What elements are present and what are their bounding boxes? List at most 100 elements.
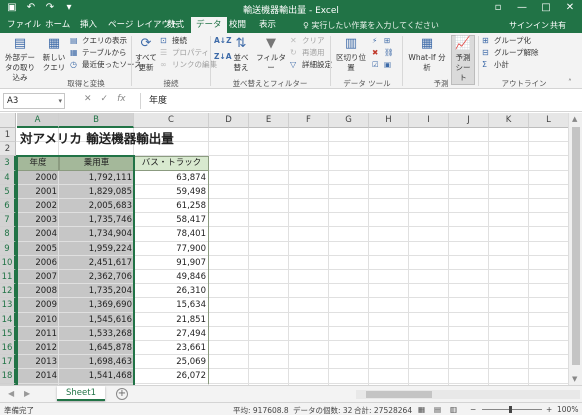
share-button[interactable]: 共有 — [550, 20, 566, 31]
table-cell[interactable]: 25,069 — [134, 355, 209, 370]
table-cell[interactable]: 1,735,746 — [59, 213, 134, 227]
table-header-cell[interactable]: 年度 — [17, 156, 59, 171]
zoom-in-icon[interactable]: + — [546, 405, 552, 414]
table-cell[interactable]: 1,698,463 — [59, 355, 134, 369]
table-cell[interactable]: 1,545,616 — [59, 313, 134, 327]
properties-button[interactable]: ☰ プロパティ — [160, 48, 209, 58]
page-break-view-icon[interactable]: ▥ — [450, 405, 457, 414]
table-cell[interactable]: 2000 — [17, 171, 59, 185]
data-model-icon[interactable]: ▣ — [384, 60, 391, 70]
scroll-up-icon[interactable]: ▲ — [572, 115, 577, 123]
table-cell[interactable]: 2014 — [17, 369, 59, 383]
table-cell[interactable]: 2005 — [17, 242, 59, 256]
tab-view[interactable]: 表示 — [254, 17, 281, 33]
column-header[interactable]: D — [209, 113, 249, 128]
chevron-down-icon[interactable]: ▾ — [58, 94, 62, 108]
row-header[interactable]: 1 — [0, 128, 16, 143]
text-to-columns-button[interactable]: ▥ 区切り位置 — [334, 36, 368, 73]
table-cell[interactable]: 2001 — [17, 185, 59, 199]
what-if-analysis-button[interactable]: ▦ What-If 分析 — [405, 36, 449, 73]
collapse-ribbon-icon[interactable]: ˄ — [568, 78, 572, 88]
ungroup-button[interactable]: ⊟ グループ解除 — [482, 48, 539, 58]
relationships-icon[interactable]: ⛓ — [384, 48, 394, 58]
tab-insert[interactable]: 挿入 — [75, 17, 102, 33]
sort-ascending-button[interactable]: A↓Z — [214, 36, 232, 46]
horizontal-scrollbar[interactable] — [356, 390, 580, 399]
clear-filter-button[interactable]: ✕ クリア — [290, 36, 325, 46]
row-header[interactable]: 8 — [0, 227, 16, 242]
table-cell[interactable]: 2002 — [17, 199, 59, 213]
column-header[interactable]: K — [489, 113, 529, 128]
row-header[interactable]: 5 — [0, 184, 16, 199]
table-cell[interactable]: 26,310 — [134, 284, 209, 299]
refresh-all-button[interactable]: ⟳ すべて更新 — [134, 36, 158, 73]
row-header[interactable]: 11 — [0, 270, 16, 285]
filter-button[interactable]: ▼ フィルター — [256, 36, 286, 73]
column-header[interactable]: H — [369, 113, 409, 128]
close-icon[interactable]: ✕ — [562, 1, 578, 15]
name-box[interactable]: A3 ▾ — [3, 93, 65, 109]
table-cell[interactable]: 2013 — [17, 355, 59, 369]
worksheet-grid[interactable]: ABCDEFGHIJKL1234567891011121314151617181… — [0, 113, 568, 385]
row-header[interactable]: 7 — [0, 213, 16, 228]
column-header[interactable]: E — [249, 113, 289, 128]
table-cell[interactable]: 1,369,690 — [59, 298, 134, 312]
remove-duplicates-icon[interactable]: ✖ — [372, 48, 378, 58]
table-cell[interactable]: 2010 — [17, 313, 59, 327]
flash-fill-icon[interactable]: ⚡ — [372, 36, 377, 46]
zoom-out-icon[interactable]: − — [470, 405, 476, 414]
table-cell[interactable]: 26,072 — [134, 369, 209, 384]
table-header-cell[interactable]: 乗用車 — [59, 156, 134, 171]
show-queries-button[interactable]: ▤ クエリの表示 — [70, 36, 127, 46]
table-cell[interactable]: 1,959,224 — [59, 242, 134, 256]
normal-view-icon[interactable]: ▦ — [418, 405, 425, 414]
table-cell[interactable]: 2011 — [17, 327, 59, 341]
connections-button[interactable]: ⊡ 接続 — [160, 36, 187, 46]
zoom-level[interactable]: 100% — [557, 405, 578, 414]
table-cell[interactable]: 27,494 — [134, 326, 209, 341]
table-cell[interactable]: 23,661 — [134, 341, 209, 356]
insert-function-icon[interactable]: fx — [117, 94, 126, 104]
table-cell[interactable]: 2004 — [17, 227, 59, 241]
tell-me-search[interactable]: ♀ 実行したい作業を入力してください — [303, 20, 439, 31]
table-cell[interactable]: 58,417 — [134, 213, 209, 228]
column-header[interactable]: I — [409, 113, 449, 128]
table-cell[interactable]: 1,541,468 — [59, 369, 134, 383]
row-header[interactable]: 9 — [0, 241, 16, 256]
zoom-slider[interactable] — [482, 409, 542, 410]
table-header-cell[interactable]: バス・トラック — [134, 156, 209, 171]
table-cell[interactable]: 2012 — [17, 341, 59, 355]
table-cell[interactable]: 2008 — [17, 284, 59, 298]
scroll-down-icon[interactable]: ▼ — [572, 375, 577, 383]
sign-in-link[interactable]: サインイン — [509, 20, 549, 31]
table-cell[interactable]: 1,533,268 — [59, 327, 134, 341]
column-header[interactable]: F — [289, 113, 329, 128]
cancel-icon[interactable]: ✕ — [84, 94, 92, 104]
row-header[interactable]: 15 — [0, 326, 16, 341]
table-cell[interactable]: 1,645,878 — [59, 341, 134, 355]
reapply-button[interactable]: ↻ 再適用 — [290, 48, 325, 58]
row-header[interactable]: 12 — [0, 284, 16, 299]
row-header[interactable]: 14 — [0, 312, 16, 327]
consolidate-icon[interactable]: ⊞ — [384, 36, 390, 46]
table-cell[interactable]: 2009 — [17, 298, 59, 312]
table-cell[interactable]: 1,792,111 — [59, 171, 134, 185]
table-cell[interactable]: 2,005,683 — [59, 199, 134, 213]
page-layout-view-icon[interactable]: ▤ — [434, 405, 441, 414]
table-cell[interactable]: 1,735,204 — [59, 284, 134, 298]
scrollbar-thumb[interactable] — [572, 127, 580, 365]
tab-review[interactable]: 校閲 — [224, 17, 251, 33]
ribbon-display-icon[interactable]: ▫ — [490, 1, 506, 15]
enter-icon[interactable]: ✓ — [101, 94, 109, 104]
table-cell[interactable]: 91,907 — [134, 255, 209, 270]
column-header[interactable]: G — [329, 113, 369, 128]
formula-input[interactable]: 年度 — [140, 93, 578, 109]
table-cell[interactable]: 2006 — [17, 256, 59, 270]
minimize-icon[interactable]: — — [514, 1, 530, 15]
subtotal-button[interactable]: Σ 小計 — [482, 60, 509, 70]
table-cell[interactable]: 77,900 — [134, 241, 209, 256]
row-header[interactable]: 16 — [0, 341, 16, 356]
table-cell[interactable]: 78,401 — [134, 227, 209, 242]
vertical-scrollbar[interactable]: ▲ ▼ — [568, 113, 582, 385]
maximize-icon[interactable]: □ — [538, 1, 554, 15]
